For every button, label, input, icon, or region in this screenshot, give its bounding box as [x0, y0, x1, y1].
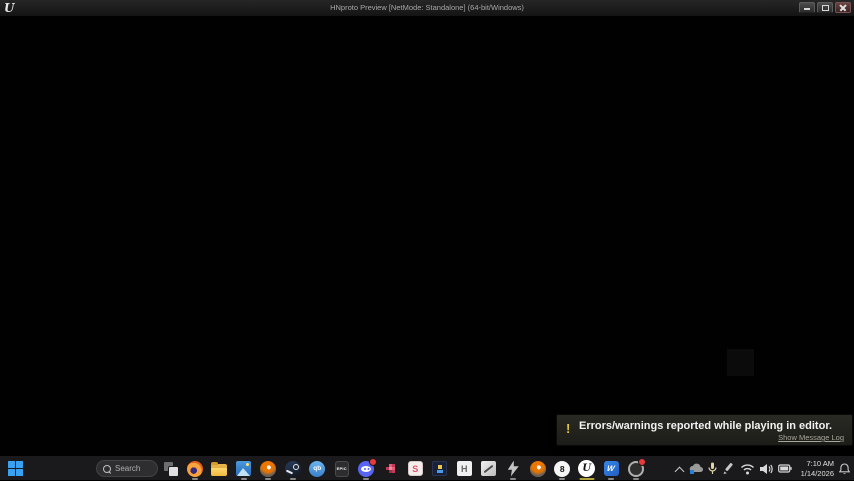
clock-time: 7:10 AM — [806, 459, 834, 469]
game-viewport[interactable] — [0, 16, 854, 455]
taskbar-app-pixelgame[interactable] — [428, 456, 453, 481]
volume-icon[interactable] — [759, 463, 773, 475]
start-button[interactable] — [8, 461, 23, 476]
taskbar-app-wallpaper[interactable]: W — [599, 456, 624, 481]
system-tray: 7:10 AM 1/14/2026 — [676, 456, 850, 481]
taskbar-app-blender[interactable] — [256, 456, 281, 481]
photos-icon — [236, 461, 252, 476]
explorer-icon — [211, 462, 228, 476]
window-controls — [799, 2, 851, 13]
taskbar-app-h-app[interactable]: H — [452, 456, 477, 481]
taskbar-app-lightning[interactable] — [501, 456, 526, 481]
notification-badge — [638, 458, 646, 466]
taskbar-app-photos[interactable] — [232, 456, 257, 481]
maximize-icon — [822, 5, 829, 11]
unreal-icon: U — [578, 460, 596, 477]
notification-badge — [368, 458, 377, 466]
taskbar-app-steam[interactable] — [281, 456, 306, 481]
epic-icon: EPIC — [334, 460, 349, 477]
onedrive-icon[interactable] — [689, 463, 703, 475]
pen-icon[interactable] — [722, 462, 735, 475]
taskbar-search[interactable] — [96, 460, 158, 477]
close-button[interactable] — [835, 2, 851, 13]
taskbar-app-epic[interactable]: EPIC — [330, 456, 355, 481]
s-app-icon: S — [407, 461, 423, 476]
taskbar-app-task-view[interactable] — [158, 456, 183, 481]
warning-icon: ! — [566, 421, 571, 436]
taskbar-app-clockbadge[interactable] — [624, 456, 649, 481]
steam-icon — [284, 460, 301, 477]
search-icon — [103, 464, 111, 473]
h-app-icon: H — [456, 461, 472, 476]
blender-2-icon — [529, 460, 546, 477]
pixelgame-icon — [432, 461, 448, 476]
taskbar-clock[interactable]: 7:10 AM 1/14/2026 — [801, 459, 834, 478]
taskbar-app-eight[interactable]: 8 — [550, 456, 575, 481]
microphone-icon[interactable] — [708, 462, 717, 475]
taskbar: qb EPIC S H 8UW — [0, 455, 854, 480]
lightning-icon — [507, 460, 519, 477]
window-title: HNproto Preview [NetMode: Standalone] (6… — [330, 3, 524, 12]
notification-bell-icon[interactable] — [839, 462, 850, 475]
windows-logo-icon — [8, 461, 15, 468]
wallpaper-icon: W — [603, 461, 619, 476]
taskbar-app-notes[interactable] — [477, 456, 502, 481]
minimize-button[interactable] — [799, 2, 815, 13]
taskbar-app-blender-2[interactable] — [526, 456, 551, 481]
faint-artifact — [727, 349, 754, 376]
maximize-button[interactable] — [817, 2, 833, 13]
taskbar-app-s-app[interactable]: S — [403, 456, 428, 481]
clock-date: 1/14/2026 — [800, 468, 834, 478]
minimize-icon — [804, 8, 810, 10]
qbittorrent-icon: qb — [309, 460, 326, 477]
firefox-icon — [186, 460, 203, 477]
aseprite-icon — [385, 463, 397, 475]
blender-icon — [260, 460, 277, 477]
wifi-icon[interactable] — [740, 463, 755, 475]
window-titlebar[interactable]: U HNproto Preview [NetMode: Standalone] … — [0, 0, 854, 17]
notes-icon — [481, 461, 497, 476]
unreal-window-icon[interactable]: U — [4, 0, 14, 16]
taskbar-app-firefox[interactable] — [183, 456, 208, 481]
taskbar-app-aseprite[interactable] — [379, 456, 404, 481]
task-view-icon — [162, 460, 179, 477]
taskbar-app-explorer[interactable] — [207, 456, 232, 481]
taskbar-app-discord[interactable] — [354, 456, 379, 481]
battery-icon[interactable] — [777, 464, 792, 473]
editor-warning-toast: ! Errors/warnings reported while playing… — [556, 414, 853, 446]
show-message-log-link[interactable]: Show Message Log — [778, 433, 844, 442]
toast-message: Errors/warnings reported while playing i… — [579, 420, 833, 432]
eight-icon: 8 — [554, 460, 571, 477]
search-input[interactable] — [115, 464, 151, 473]
hidden-icons-chevron-icon[interactable] — [676, 465, 684, 473]
desktop: { "window": { "title": "HNproto Preview … — [0, 0, 854, 480]
taskbar-app-qbittorrent[interactable]: qb — [305, 456, 330, 481]
taskbar-apps: qb EPIC S H 8 U W — [158, 456, 648, 481]
taskbar-app-unreal[interactable]: U — [575, 456, 600, 481]
